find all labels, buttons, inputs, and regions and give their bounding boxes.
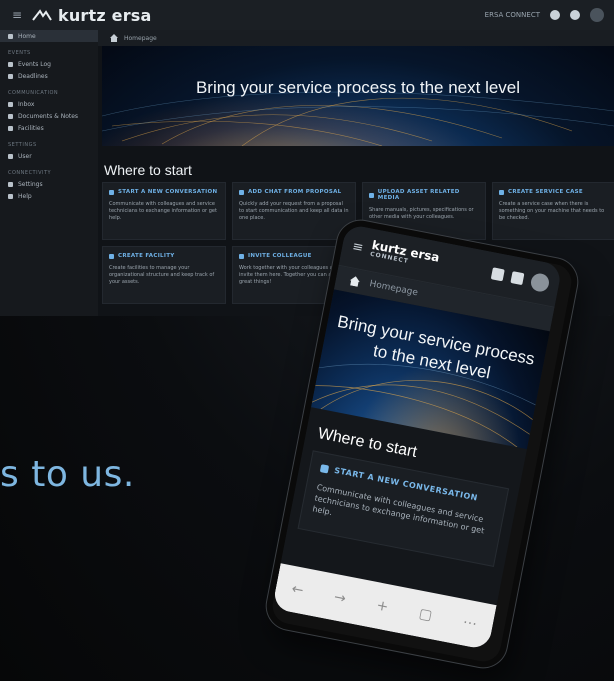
forward-arrow-icon[interactable]: → — [333, 589, 348, 607]
wrench-icon — [499, 189, 504, 195]
card-body: Communicate with colleagues and service … — [109, 201, 217, 221]
sidebar-item-inbox[interactable]: Inbox — [0, 98, 98, 110]
sidebar-section-title: COMMUNICATION — [8, 90, 59, 96]
sidebar-item-label: Home — [18, 32, 36, 40]
notification-icon[interactable] — [490, 267, 505, 282]
section-title: Where to start — [104, 162, 192, 178]
sidebar-item-facilities[interactable]: Facilities — [0, 122, 98, 134]
sidebar-item-deadlines[interactable]: Deadlines — [0, 70, 98, 82]
hero-banner: Bring your service process to the next l… — [102, 46, 614, 146]
home-icon — [8, 33, 13, 39]
sidebar-section-title: CONNECTIVITY — [8, 170, 52, 176]
sidebar-section-title: EVENTS — [8, 50, 31, 56]
back-arrow-icon[interactable]: ← — [290, 581, 305, 599]
notification-icon[interactable] — [550, 10, 560, 20]
card-start-conversation[interactable]: START A NEW CONVERSATION Communicate wit… — [102, 182, 226, 240]
phone-browser-toolbar: ← → + ▢ ⋯ — [271, 563, 497, 651]
building-icon — [8, 125, 13, 131]
hero-title: Bring your service process to the next l… — [195, 78, 521, 97]
headset-icon — [319, 463, 330, 474]
top-app-bar: ≡ kurtz ersa ERSA CONNECT — [0, 0, 614, 31]
sidebar-item-label: Documents & Notes — [18, 112, 79, 120]
sidebar-item-label: Inbox — [18, 100, 35, 108]
user-plus-icon — [239, 253, 244, 259]
sidebar-item-label: User — [18, 152, 32, 160]
sidebar-item-user[interactable]: User — [0, 150, 98, 162]
card-title: CREATE FACILITY — [118, 253, 175, 259]
sidebar-item-documents[interactable]: Documents & Notes — [0, 110, 98, 122]
sidebar-section-title: SETTINGS — [8, 142, 37, 148]
connect-label: ERSA CONNECT — [484, 10, 540, 19]
sidebar-item-label: Deadlines — [18, 72, 48, 80]
hamburger-icon: ≡ — [11, 8, 23, 22]
top-bar-actions: ERSA CONNECT — [485, 8, 604, 22]
headset-icon — [109, 189, 114, 195]
tabs-icon[interactable]: ▢ — [418, 606, 434, 624]
building-icon — [109, 253, 114, 259]
home-icon[interactable] — [349, 275, 361, 287]
phone-logo[interactable]: kurtz ersa CONNECT — [369, 238, 441, 273]
sidebar-item-label: Events Log — [18, 60, 51, 68]
card-body: Create a service case when there is some… — [499, 201, 605, 221]
phone-top-actions — [490, 264, 551, 294]
tagline-text: s to us. — [0, 454, 135, 495]
sidebar-item-settings[interactable]: Settings — [0, 178, 98, 190]
card-body: Quickly add your request from a proposal… — [239, 201, 349, 221]
card-body: Create facilities to manage your organiz… — [109, 265, 215, 285]
chat-icon[interactable] — [510, 271, 525, 286]
home-icon[interactable] — [110, 34, 118, 42]
add-tab-icon[interactable]: + — [375, 597, 390, 615]
chat-icon[interactable] — [570, 10, 580, 20]
menu-button[interactable]: ≡ — [8, 6, 26, 24]
card-title: UPLOAD ASSET RELATED MEDIA — [377, 189, 460, 201]
upload-icon — [369, 192, 374, 198]
chat-icon — [239, 189, 244, 195]
card-title: CREATE SERVICE CASE — [508, 189, 583, 195]
help-icon — [8, 193, 13, 199]
sidebar-item-events-log[interactable]: Events Log — [0, 58, 98, 70]
user-avatar[interactable] — [529, 271, 551, 294]
user-avatar[interactable] — [590, 8, 604, 22]
list-icon — [8, 61, 13, 67]
clock-icon — [8, 73, 13, 79]
app-title: kurtz ersa — [58, 5, 152, 25]
breadcrumb-label: Homepage — [368, 279, 419, 299]
gear-icon — [8, 181, 13, 187]
hamburger-icon[interactable]: ≡ — [351, 239, 365, 256]
card-title: START A NEW CONVERSATION — [118, 189, 218, 195]
sidebar-item-label: Help — [18, 192, 32, 200]
doc-icon — [8, 113, 13, 119]
sidebar-item-label: Settings — [18, 180, 43, 188]
card-create-facility[interactable]: CREATE FACILITY Create facilities to man… — [102, 246, 226, 304]
chat-icon — [8, 101, 13, 107]
card-body: Share manuals, pictures, specifications … — [369, 207, 474, 220]
logo-mark-icon — [32, 9, 52, 21]
app-logo[interactable]: kurtz ersa — [32, 6, 152, 25]
card-create-service-case[interactable]: CREATE SERVICE CASE Create a service cas… — [492, 182, 614, 240]
card-add-chat[interactable]: ADD CHAT FROM PROPOSAL Quickly add your … — [232, 182, 356, 240]
card-title: ADD CHAT FROM PROPOSAL — [248, 189, 342, 195]
user-icon — [8, 153, 13, 159]
sidebar-item-help[interactable]: Help — [0, 190, 98, 202]
more-icon[interactable]: ⋯ — [461, 614, 478, 632]
sidebar: Home EVENTS Events Log Deadlines COMMUNI… — [0, 30, 99, 316]
sidebar-item-home[interactable]: Home — [0, 30, 98, 42]
breadcrumb-label: Homepage — [124, 34, 157, 42]
breadcrumb: Homepage — [98, 30, 614, 46]
sidebar-item-label: Facilities — [18, 124, 44, 132]
card-title: INVITE COLLEAGUE — [248, 253, 312, 259]
